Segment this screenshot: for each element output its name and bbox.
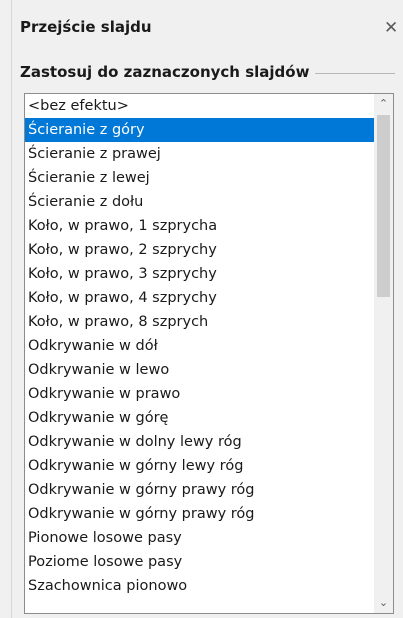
transition-option[interactable]: Ścieranie z prawej xyxy=(25,142,374,166)
slide-transition-panel: Przejście slajdu ✕ Zastosuj do zaznaczon… xyxy=(0,0,403,618)
transition-option[interactable]: Odkrywanie w górę xyxy=(25,406,374,430)
vertical-scrollbar[interactable]: ⌃ ⌄ xyxy=(374,94,393,613)
apply-to-selected-label: Zastosuj do zaznaczonych slajdów xyxy=(20,63,316,81)
transition-listbox[interactable]: <bez efektu> Ścieranie z góry Ścieranie z … xyxy=(24,93,394,614)
transition-option[interactable]: Odkrywanie w górny prawy róg xyxy=(25,478,374,502)
panel-title: Przejście slajdu xyxy=(20,18,152,36)
transition-option[interactable]: Odkrywanie w dół xyxy=(25,334,374,358)
transition-list: <bez efektu> Ścieranie z góry Ścieranie z … xyxy=(25,94,374,598)
transition-option[interactable]: Poziome losowe pasy xyxy=(25,550,374,574)
transition-option[interactable]: <bez efektu> xyxy=(25,94,374,118)
transition-option[interactable]: Odkrywanie w górny lewy róg xyxy=(25,454,374,478)
transition-option[interactable]: Koło, w prawo, 4 szprychy xyxy=(25,286,374,310)
transition-option[interactable]: Szachownica pionowo xyxy=(25,574,374,598)
close-icon[interactable]: ✕ xyxy=(384,18,402,38)
transition-option[interactable]: Koło, w prawo, 3 szprychy xyxy=(25,262,374,286)
transition-option[interactable]: Ścieranie z góry xyxy=(25,118,374,142)
transition-option[interactable]: Koło, w prawo, 8 szprych xyxy=(25,310,374,334)
transition-option[interactable]: Odkrywanie w dolny lewy róg xyxy=(25,430,374,454)
chevron-up-icon[interactable]: ⌃ xyxy=(374,94,393,114)
transition-option[interactable]: Pionowe losowe pasy xyxy=(25,526,374,550)
transition-option[interactable]: Odkrywanie w prawo xyxy=(25,382,374,406)
transition-option[interactable]: Ścieranie z lewej xyxy=(25,166,374,190)
transition-option[interactable]: Odkrywanie w lewo xyxy=(25,358,374,382)
transition-option[interactable]: Koło, w prawo, 2 szprychy xyxy=(25,238,374,262)
transition-option[interactable]: Odkrywanie w górny prawy róg xyxy=(25,502,374,526)
transition-option[interactable]: Koło, w prawo, 1 szprycha xyxy=(25,214,374,238)
chevron-down-icon[interactable]: ⌄ xyxy=(374,593,393,613)
transition-option[interactable]: Ścieranie z dołu xyxy=(25,190,374,214)
scrollbar-thumb[interactable] xyxy=(377,115,390,297)
